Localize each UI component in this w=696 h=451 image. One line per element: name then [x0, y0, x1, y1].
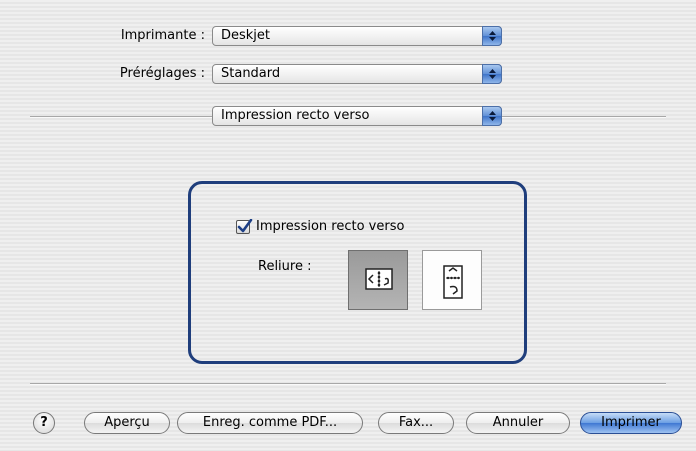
footer-separator — [30, 383, 666, 385]
printer-label: Imprimante : — [120, 28, 205, 43]
checkmark-icon — [237, 219, 253, 233]
short-edge-binding-button[interactable] — [422, 250, 482, 310]
printer-value: Deskjet — [221, 28, 271, 43]
duplex-checkbox[interactable] — [236, 219, 253, 234]
panel-popup[interactable]: Impression recto verso — [212, 106, 502, 126]
popup-arrows-icon — [482, 106, 502, 126]
presets-value: Standard — [221, 66, 281, 81]
preview-button[interactable]: Aperçu — [84, 412, 170, 434]
popup-arrows-icon — [482, 64, 502, 84]
save-as-pdf-button[interactable]: Enreg. comme PDF... — [177, 412, 363, 434]
long-edge-binding-button[interactable] — [348, 250, 408, 310]
separator-left — [30, 116, 212, 118]
duplex-checkbox-label[interactable]: Impression recto verso — [256, 218, 404, 236]
fax-button[interactable]: Fax... — [378, 412, 454, 434]
question-mark-icon: ? — [40, 415, 48, 430]
long-edge-binding-icon — [365, 268, 393, 290]
print-button[interactable]: Imprimer — [580, 412, 682, 434]
panel-value: Impression recto verso — [221, 108, 370, 123]
cancel-button[interactable]: Annuler — [466, 412, 570, 434]
presets-label: Préréglages : — [119, 66, 205, 81]
binding-label: Reliure : — [258, 259, 312, 274]
short-edge-binding-icon — [443, 265, 463, 299]
help-button[interactable]: ? — [33, 412, 55, 434]
presets-popup[interactable]: Standard — [212, 64, 502, 84]
printer-popup[interactable]: Deskjet — [212, 26, 502, 46]
popup-arrows-icon — [482, 26, 502, 46]
separator-right — [502, 116, 666, 118]
